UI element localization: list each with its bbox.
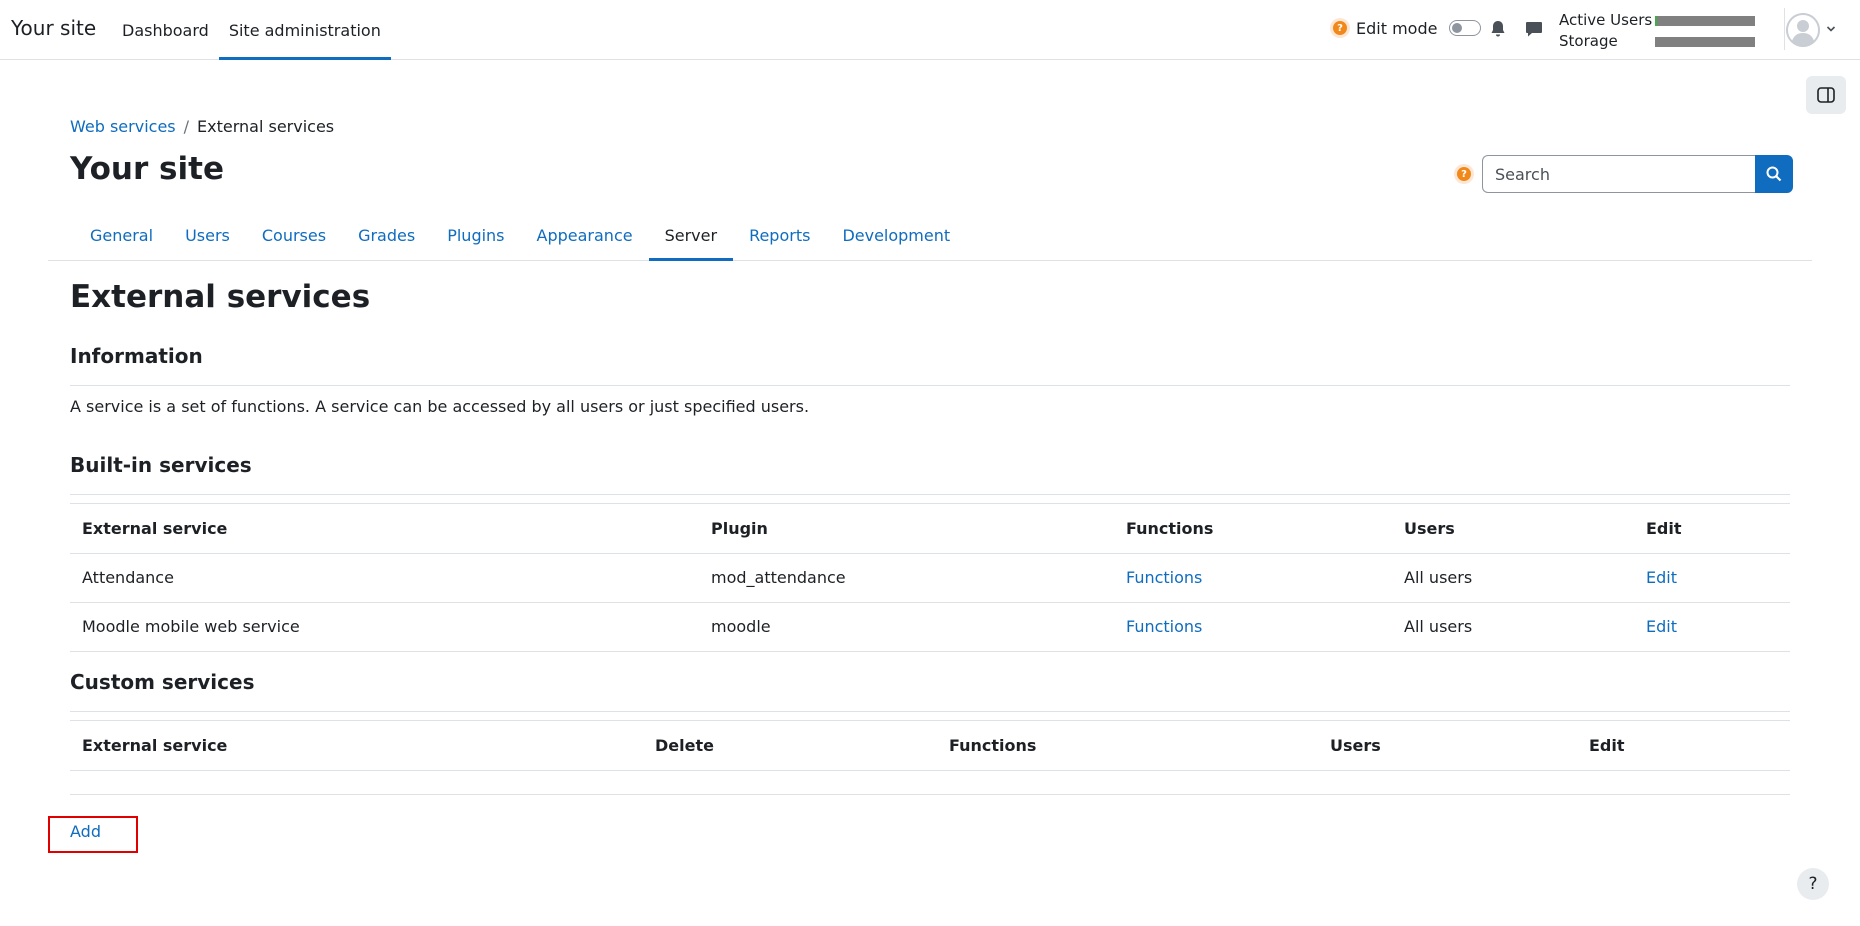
column-header: Functions bbox=[1114, 504, 1392, 554]
divider bbox=[70, 711, 1790, 712]
secondary-nav: General Users Courses Grades Plugins App… bbox=[48, 210, 1812, 261]
breadcrumb-current: External services bbox=[197, 117, 335, 136]
table-row: Attendance mod_attendance Functions All … bbox=[70, 553, 1790, 603]
divider bbox=[70, 385, 1790, 386]
nav-dashboard[interactable]: Dashboard bbox=[112, 0, 219, 60]
breadcrumb-web-services[interactable]: Web services bbox=[70, 117, 176, 136]
edit-mode-label: Edit mode bbox=[1356, 18, 1438, 38]
column-header: Users bbox=[1318, 721, 1577, 771]
edit-link[interactable]: Edit bbox=[1646, 617, 1677, 636]
column-header: Functions bbox=[937, 721, 1318, 771]
tab-plugins[interactable]: Plugins bbox=[431, 210, 520, 261]
search-input[interactable] bbox=[1482, 155, 1755, 193]
tab-general[interactable]: General bbox=[74, 210, 169, 261]
column-header: Edit bbox=[1577, 721, 1790, 771]
bell-icon[interactable] bbox=[1490, 20, 1506, 38]
add-service-link[interactable]: Add bbox=[70, 822, 101, 841]
tab-server[interactable]: Server bbox=[648, 210, 734, 261]
service-plugin: moodle bbox=[699, 602, 1114, 652]
column-header: External service bbox=[70, 504, 699, 554]
custom-services-heading: Custom services bbox=[70, 670, 255, 694]
active-users-fill bbox=[1655, 15, 1657, 26]
active-users-label: Active Users bbox=[1559, 11, 1653, 29]
tab-users[interactable]: Users bbox=[169, 210, 246, 261]
avatar[interactable] bbox=[1786, 13, 1820, 47]
breadcrumb: Web services / External services bbox=[70, 117, 334, 136]
help-icon[interactable]: ? bbox=[1330, 18, 1350, 38]
tab-development[interactable]: Development bbox=[826, 210, 966, 261]
chevron-down-icon[interactable] bbox=[1826, 24, 1836, 34]
service-name: Attendance bbox=[70, 553, 699, 603]
top-navbar: Your site Dashboard Site administration … bbox=[0, 0, 1860, 60]
help-button[interactable]: ? bbox=[1797, 868, 1829, 900]
column-header: Plugin bbox=[699, 504, 1114, 554]
storage-bar bbox=[1655, 36, 1755, 47]
tab-appearance[interactable]: Appearance bbox=[521, 210, 649, 261]
section-title: External services bbox=[70, 279, 371, 315]
column-header: External service bbox=[70, 721, 643, 771]
sidebar-panel-icon bbox=[1817, 87, 1835, 103]
custom-services-table: External service Delete Functions Users … bbox=[70, 721, 1790, 771]
storage-label: Storage bbox=[1559, 32, 1618, 50]
service-name: Moodle mobile web service bbox=[70, 602, 699, 652]
tab-courses[interactable]: Courses bbox=[246, 210, 342, 261]
search-button[interactable] bbox=[1755, 155, 1793, 193]
primary-nav: Dashboard Site administration bbox=[112, 0, 391, 60]
page-title: Your site bbox=[70, 151, 224, 187]
table-bottom-border bbox=[70, 794, 1790, 795]
user-icon bbox=[1786, 13, 1820, 47]
builtin-services-table: External service Plugin Functions Users … bbox=[70, 504, 1790, 652]
search-help-glyph: ? bbox=[1457, 167, 1471, 181]
service-plugin: mod_attendance bbox=[699, 553, 1114, 603]
column-header: Edit bbox=[1634, 504, 1790, 554]
column-header: Delete bbox=[643, 721, 937, 771]
help-glyph: ? bbox=[1808, 874, 1818, 894]
navbar-divider bbox=[1784, 8, 1785, 50]
site-brand[interactable]: Your site bbox=[11, 16, 96, 40]
edit-link[interactable]: Edit bbox=[1646, 568, 1677, 587]
block-drawer-toggle[interactable] bbox=[1806, 76, 1846, 114]
message-icon[interactable] bbox=[1525, 20, 1543, 38]
admin-search: ? bbox=[1454, 155, 1793, 193]
edit-mode-switch[interactable]: ? Edit mode bbox=[1330, 18, 1482, 38]
help-glyph: ? bbox=[1333, 21, 1347, 35]
information-text: A service is a set of functions. A servi… bbox=[70, 397, 810, 416]
functions-link[interactable]: Functions bbox=[1126, 617, 1202, 636]
active-users-bar bbox=[1655, 15, 1755, 26]
information-heading: Information bbox=[70, 344, 203, 368]
builtin-services-heading: Built-in services bbox=[70, 453, 252, 477]
quota-panel: Active Users Storage bbox=[1559, 10, 1755, 52]
tab-reports[interactable]: Reports bbox=[733, 210, 826, 261]
tab-grades[interactable]: Grades bbox=[342, 210, 431, 261]
divider bbox=[70, 494, 1790, 495]
search-help-icon[interactable]: ? bbox=[1454, 164, 1474, 184]
column-header: Users bbox=[1392, 504, 1634, 554]
functions-link[interactable]: Functions bbox=[1126, 568, 1202, 587]
nav-site-administration[interactable]: Site administration bbox=[218, 0, 391, 60]
edit-mode-toggle[interactable] bbox=[1449, 20, 1482, 36]
breadcrumb-separator: / bbox=[183, 117, 190, 136]
search-icon bbox=[1766, 166, 1782, 182]
table-header-row: External service Delete Functions Users … bbox=[70, 721, 1790, 771]
table-header-row: External service Plugin Functions Users … bbox=[70, 504, 1790, 554]
service-users: All users bbox=[1392, 553, 1634, 603]
table-row: Moodle mobile web service moodle Functio… bbox=[70, 602, 1790, 652]
service-users: All users bbox=[1392, 602, 1634, 652]
